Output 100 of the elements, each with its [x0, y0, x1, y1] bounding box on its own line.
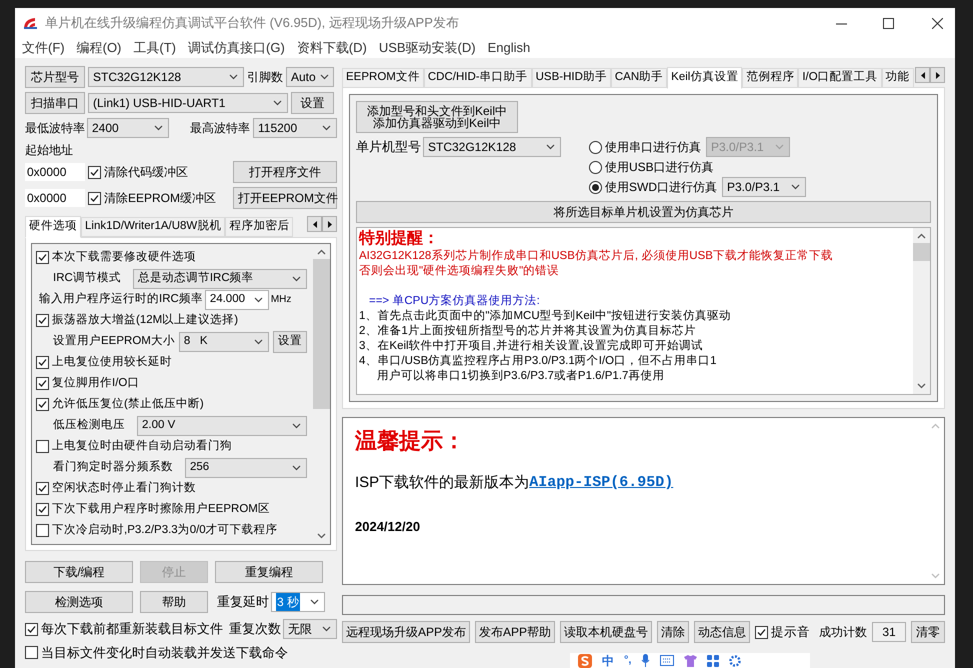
tab-scroll-right-button[interactable] [930, 67, 945, 83]
tab[interactable]: 功能 [882, 68, 914, 88]
input-mode-label[interactable]: 中 [602, 652, 614, 668]
chip-model-dropdown[interactable]: STC32G12K128 [423, 137, 561, 157]
settings-button[interactable]: 设置 [291, 92, 334, 114]
option-dropdown[interactable]: 2.00 V [137, 416, 307, 436]
scroll-up-icon[interactable] [317, 249, 326, 255]
address-field[interactable]: 0x0000 [25, 163, 85, 181]
footer-button[interactable]: 远程现场升级APP发布 [342, 621, 470, 643]
serial-port-dropdown[interactable]: (Link1) USB-HID-UART1 [88, 93, 288, 113]
tab[interactable]: USB-HID助手 [532, 68, 611, 88]
open-file-button[interactable]: 打开EEPROM文件 [233, 187, 337, 209]
chip-model-dropdown[interactable]: STC32G12K128 [88, 67, 244, 87]
min-baud-dropdown[interactable]: 2400 [87, 118, 169, 138]
tab[interactable]: CDC/HID-串口助手 [424, 68, 532, 88]
instruction-text: 用户可以将串口1切换到P3.6/P3.7或者P1.6/P1.7再使用 [376, 369, 666, 384]
checkbox[interactable] [36, 524, 49, 537]
chevron-down-icon [320, 74, 329, 80]
menu-item[interactable]: English [488, 38, 530, 58]
scroll-down-icon[interactable] [317, 533, 326, 539]
checkbox[interactable] [25, 622, 38, 636]
menu-item[interactable]: 文件(F) [22, 38, 65, 58]
max-baud-dropdown[interactable]: 115200 [253, 118, 337, 138]
scan-port-button[interactable]: 扫描串口 [25, 92, 85, 114]
max-baud-label: 最高波特率 [190, 120, 250, 137]
pin-count-dropdown[interactable]: Auto [286, 67, 334, 87]
scroll-up-icon[interactable] [917, 233, 926, 239]
footer-button[interactable]: 发布APP帮助 [475, 621, 556, 643]
scrollbar[interactable] [913, 228, 930, 394]
action-button[interactable]: 检测选项 [25, 591, 133, 613]
checkbox[interactable] [36, 377, 49, 390]
checkbox[interactable] [36, 398, 49, 411]
scrollbar-thumb[interactable] [913, 243, 930, 261]
action-button[interactable]: 帮助 [140, 591, 208, 613]
microphone-icon[interactable] [641, 654, 650, 667]
tab[interactable]: CAN助手 [610, 68, 668, 88]
checkbox[interactable] [88, 166, 101, 178]
tab[interactable]: 程序加密后 [225, 217, 294, 237]
tab[interactable]: 范例程序 [742, 68, 798, 88]
warning-heading: 特别提醒： [359, 229, 440, 249]
tab[interactable]: Link1D/Writer1A/U8W脱机 [81, 217, 226, 237]
reset-count-button[interactable]: 清零 [911, 621, 945, 643]
option-dropdown[interactable]: 总是动态调节IRC频率 [132, 268, 307, 288]
keyboard-icon[interactable] [660, 655, 674, 666]
checkbox[interactable] [36, 482, 49, 495]
menu-item[interactable]: 调试仿真接口(G) [188, 38, 285, 58]
checkbox-label: 清除EEPROM缓冲区 [104, 190, 216, 207]
settings-button[interactable]: 设置 [273, 330, 307, 352]
menu-item[interactable]: 资料下载(D) [296, 38, 367, 58]
add-to-keil-button[interactable]: 添加型号和头文件到Keil中 添加仿真器驱动到Keil中 [356, 101, 518, 133]
input-method-logo-icon[interactable] [578, 654, 592, 668]
frequency-field[interactable]: 24.000 [204, 290, 269, 310]
radio-button[interactable] [589, 180, 602, 194]
chip-model-button[interactable]: 芯片型号 [25, 66, 85, 88]
menu-item[interactable]: 工具(T) [133, 38, 176, 58]
tab[interactable]: Keil仿真设置 [667, 67, 742, 89]
punctuation-mode-label[interactable]: °, [624, 652, 632, 668]
version-link[interactable]: AIapp-ISP(6.95D) [529, 472, 674, 494]
maximize-icon[interactable] [883, 18, 894, 28]
tab-scroll-left-button[interactable] [915, 67, 930, 83]
scroll-down-icon[interactable] [917, 383, 926, 389]
checkbox[interactable] [36, 251, 49, 264]
open-file-button[interactable]: 打开程序文件 [233, 161, 337, 183]
scrollbar-thumb[interactable] [313, 259, 330, 409]
tab-scroll-right-button[interactable] [322, 216, 337, 232]
menu-item[interactable]: USB驱动安装(D) [378, 38, 476, 58]
chip-model-label: 单片机型号 [356, 138, 421, 156]
repeat-delay-dropdown[interactable]: 3 秒 [271, 592, 325, 612]
menu-item[interactable]: 编程(O) [76, 38, 122, 58]
repeat-count-dropdown[interactable]: 无限 [283, 619, 337, 639]
port-dropdown[interactable]: P3.0/P3.1 [722, 177, 806, 197]
action-button[interactable]: 重复编程 [215, 561, 323, 583]
radio-button[interactable] [589, 160, 602, 174]
tab[interactable]: EEPROM文件 [342, 68, 424, 88]
checkbox[interactable] [25, 646, 38, 660]
tab-scroll-left-button[interactable] [307, 216, 322, 232]
grid-icon[interactable] [707, 654, 720, 666]
option-dropdown[interactable]: 8 K [178, 332, 269, 352]
radio-button[interactable] [589, 140, 602, 154]
checkbox[interactable] [36, 356, 49, 369]
footer-button[interactable]: 动态信息 [694, 621, 750, 643]
success-count-label: 成功计数 [819, 624, 868, 641]
window-title: 单片机在线升级编程仿真调试平台软件 (V6.95D), 远程现场升级APP发布 [45, 14, 459, 32]
footer-button[interactable]: 读取本机硬盘号 [560, 621, 652, 643]
checkbox[interactable] [755, 626, 768, 638]
repeat-delay-label: 重复延时 [217, 593, 269, 612]
address-field[interactable]: 0x0000 [25, 189, 85, 207]
checkbox[interactable] [36, 314, 49, 327]
option-dropdown[interactable]: 256 [185, 458, 307, 478]
tab[interactable]: 硬件选项 [25, 216, 81, 238]
checkbox[interactable] [36, 440, 49, 453]
shirt-icon[interactable] [684, 654, 698, 666]
action-button[interactable]: 下载/编程 [25, 561, 133, 583]
checkbox[interactable] [88, 192, 101, 204]
checkbox[interactable] [36, 503, 49, 516]
close-icon[interactable] [932, 18, 943, 28]
checkbox-label: 下次冷启动时,P3.2/P3.3为0/0才可下载程序 [52, 522, 278, 538]
footer-button[interactable]: 清除 [657, 621, 690, 643]
set-emulation-chip-button[interactable]: 将所选目标单片机设置为仿真芯片 [356, 201, 931, 223]
tab[interactable]: I/O口配置工具 [798, 68, 882, 88]
